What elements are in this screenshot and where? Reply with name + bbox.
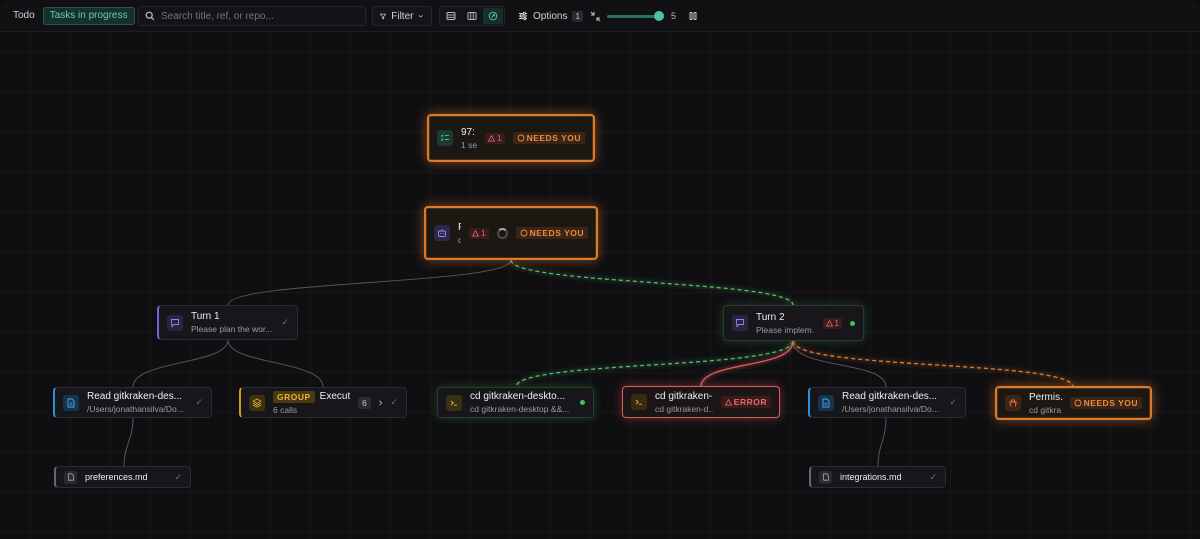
read-2-path: /Users/jonathansilva/Do... — [842, 404, 939, 414]
session-needs-you-badge: NEEDS YOU — [515, 227, 588, 239]
command-node-2[interactable]: cd gitkraken-... cd gitkraken-d... ERROR — [622, 386, 780, 418]
read-file-node-2[interactable]: Read gitkraken-des... /Users/jonathansil… — [808, 387, 966, 418]
loading-spinner-icon — [496, 227, 508, 239]
permission-needs-you-badge: NEEDS YOU — [1069, 397, 1142, 409]
warning-icon — [825, 319, 833, 327]
chat-icon — [732, 315, 748, 331]
layers-icon — [249, 394, 265, 411]
turn-2-node[interactable]: Turn 2 Please implem... 1 — [723, 305, 864, 341]
file-node-integrations[interactable]: integrations.md ✓ — [809, 466, 946, 488]
command-node-1[interactable]: cd gitkraken-deskto... cd gitkraken-desk… — [437, 387, 594, 418]
check-icon: ✓ — [174, 471, 182, 482]
group-subtitle: 6 calls — [273, 404, 298, 415]
read-1-title: Read gitkraken-des... — [87, 391, 183, 402]
task-warning-badge: 1 — [485, 132, 505, 144]
read-2-title: Read gitkraken-des... — [842, 391, 938, 402]
task-needs-you-badge: NEEDS YOU — [512, 132, 585, 144]
permission-title: Permis... — [1029, 391, 1062, 403]
hand-icon — [517, 134, 525, 142]
link-turn2-read2 — [792, 340, 887, 388]
group-count-badge: 6 — [358, 396, 371, 409]
link-read1-file1 — [123, 417, 134, 467]
permission-node[interactable]: Permis... cd gitkra... NEEDS YOU — [995, 386, 1152, 420]
turn-1-title: Turn 1 — [191, 311, 220, 322]
session-node[interactable]: P... d... 1 NEEDS YOU — [424, 206, 598, 260]
active-status-dot — [850, 320, 855, 326]
file-1-name: preferences.md — [85, 472, 148, 482]
check-icon: ✓ — [949, 397, 957, 407]
check-icon: ✓ — [281, 317, 289, 327]
task-node[interactable]: 97: ... 1 ses... 1 NEEDS YOU — [427, 114, 595, 162]
document-icon — [818, 394, 834, 411]
chevron-right-icon[interactable]: › — [379, 397, 383, 409]
hand-icon — [1005, 395, 1021, 411]
link-turn1-group — [227, 339, 324, 388]
command-1-subtitle: cd gitkraken-desktop &&... — [470, 404, 570, 414]
read-1-path: /Users/jonathansilva/Do... — [87, 404, 184, 414]
file-icon — [819, 470, 832, 484]
hand-icon — [520, 229, 528, 237]
link-turn1-read1 — [132, 339, 229, 388]
command-2-title: cd gitkraken-... — [655, 390, 713, 402]
terminal-icon — [631, 394, 647, 410]
check-icon: ✓ — [390, 397, 398, 407]
active-status-dot — [580, 400, 585, 405]
session-warning-badge: 1 — [469, 227, 489, 239]
link-session-turn2 — [510, 259, 794, 306]
group-tag: GROUP — [273, 390, 315, 403]
warning-icon — [472, 229, 480, 237]
task-title: 97: ... — [461, 126, 477, 138]
turn-2-warning-badge: 1 — [822, 317, 842, 329]
link-read2-file2 — [877, 417, 887, 467]
turn-1-subtitle: Please plan the wor... — [191, 324, 273, 334]
app-frame: Todo Tasks in progress Filter — [0, 0, 1200, 539]
turn-2-title: Turn 2 — [756, 311, 785, 323]
document-icon — [63, 394, 79, 411]
turn-2-subtitle: Please implem... — [756, 324, 815, 335]
warning-icon — [724, 398, 732, 406]
permission-subtitle: cd gitkra... — [1029, 404, 1062, 415]
read-file-node-1[interactable]: Read gitkraken-des... /Users/jonathansil… — [53, 387, 212, 418]
file-icon — [64, 470, 77, 484]
checklist-icon — [437, 130, 453, 146]
command-1-title: cd gitkraken-deskto... — [470, 391, 566, 402]
session-subtitle: d... — [458, 234, 462, 245]
command-2-error-badge: ERROR — [720, 396, 771, 408]
turn-1-node[interactable]: Turn 1 Please plan the wor... ✓ — [157, 305, 298, 340]
check-icon: ✓ — [929, 471, 937, 482]
link-turn2-cmd2 — [700, 340, 794, 388]
session-title: P... — [458, 222, 461, 233]
group-title: Execute — [319, 391, 351, 402]
terminal-icon — [446, 394, 462, 411]
chat-icon — [167, 314, 183, 331]
task-subtitle: 1 ses... — [461, 139, 478, 150]
file-2-name: integrations.md — [840, 472, 902, 482]
hand-icon — [1074, 399, 1082, 407]
bot-icon — [434, 225, 450, 241]
link-session-turn1 — [227, 259, 512, 306]
file-node-preferences[interactable]: preferences.md ✓ — [54, 466, 191, 488]
execute-group-node[interactable]: GROUP Execute 6 calls 6 › ✓ — [239, 387, 407, 418]
group-title-row: GROUP Execute — [273, 390, 351, 403]
check-icon: ✓ — [195, 397, 203, 407]
warning-icon — [488, 134, 496, 142]
command-2-subtitle: cd gitkraken-d... — [655, 403, 713, 414]
graph-connectors — [123, 162, 1074, 467]
